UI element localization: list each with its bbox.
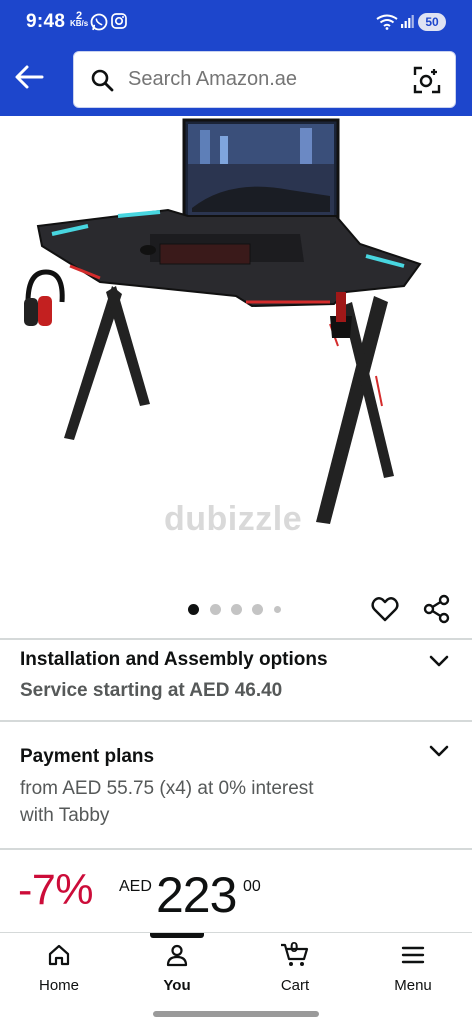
divider xyxy=(0,720,472,722)
app-header xyxy=(0,46,472,116)
home-icon xyxy=(48,944,70,966)
whatsapp-icon xyxy=(90,13,108,31)
status-bar: 9:48 2 KB/s 50 xyxy=(0,0,472,46)
network-speed: 2 KB/s xyxy=(70,11,89,28)
carousel-dot[interactable] xyxy=(231,604,242,615)
nav-cart-label: Cart xyxy=(280,977,310,994)
divider xyxy=(0,848,472,850)
cart-count-badge: 0 xyxy=(290,939,299,956)
camera-lens-icon[interactable] xyxy=(413,66,441,94)
search-input[interactable] xyxy=(128,52,398,107)
share-icon[interactable] xyxy=(422,594,452,624)
battery-indicator: 50 xyxy=(418,13,446,31)
nav-menu[interactable]: Menu xyxy=(354,933,472,1003)
price-currency: AED xyxy=(119,878,152,895)
search-icon[interactable] xyxy=(90,68,114,92)
status-time: 9:48 xyxy=(26,11,66,32)
price-fraction: 00 xyxy=(243,878,261,895)
divider xyxy=(0,638,472,640)
price-whole: 223 xyxy=(156,867,237,923)
payment-plans-line1: from AED 55.75 (x4) at 0% interest xyxy=(20,778,314,799)
product-image[interactable]: dubizzle xyxy=(0,116,472,586)
nav-menu-label: Menu xyxy=(394,977,432,994)
chevron-down-icon[interactable] xyxy=(428,744,450,758)
person-icon xyxy=(166,944,188,967)
carousel-dot[interactable] xyxy=(210,604,221,615)
wifi-icon xyxy=(376,14,398,30)
heart-icon[interactable] xyxy=(370,594,400,624)
installation-title: Installation and Assembly options xyxy=(20,649,328,670)
network-speed-unit: KB/s xyxy=(70,19,89,28)
instagram-icon xyxy=(111,13,127,29)
nav-you[interactable]: You xyxy=(118,933,236,1003)
carousel-dot-active[interactable] xyxy=(188,604,199,615)
signal-icon xyxy=(401,15,414,28)
dubizzle-watermark: dubizzle xyxy=(164,500,303,538)
nav-home[interactable]: Home xyxy=(0,933,118,1003)
payment-plans-title: Payment plans xyxy=(20,746,155,767)
hamburger-menu-icon xyxy=(401,946,425,964)
payment-plans-line2: with Tabby xyxy=(20,805,110,826)
carousel-dot[interactable] xyxy=(252,604,263,615)
discount-percent: -7% xyxy=(18,866,93,914)
search-bar[interactable] xyxy=(73,51,456,108)
installation-subtitle: Service starting at AED 46.40 xyxy=(20,680,283,701)
carousel-dot[interactable] xyxy=(274,606,281,613)
nav-you-label: You xyxy=(163,977,191,994)
nav-cart[interactable]: 0 Cart xyxy=(236,933,354,1003)
chevron-down-icon[interactable] xyxy=(428,654,450,668)
nav-home-label: Home xyxy=(38,977,79,994)
back-arrow-icon[interactable] xyxy=(12,61,48,93)
gesture-home-indicator[interactable] xyxy=(153,1011,319,1017)
